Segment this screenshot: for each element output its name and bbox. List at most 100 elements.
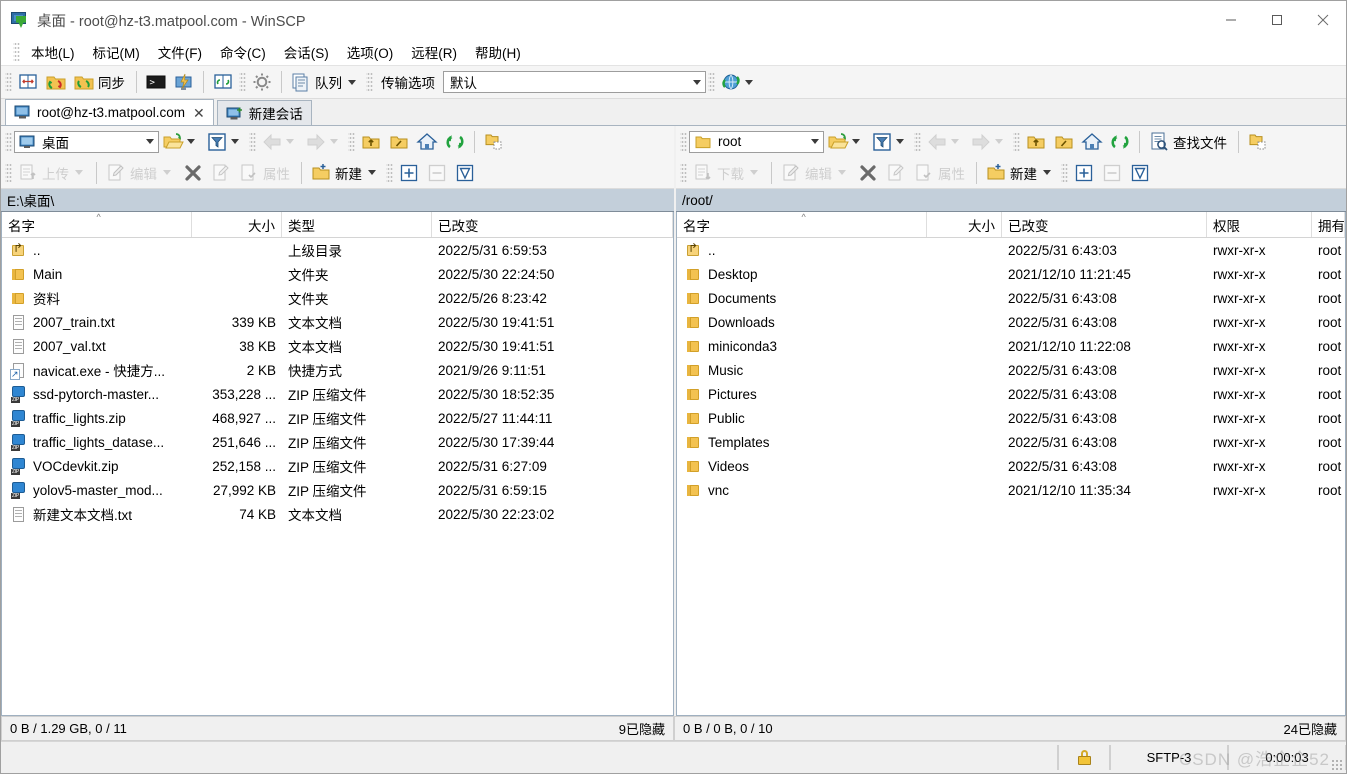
menu-session[interactable]: 会话(S) — [275, 39, 338, 65]
local-back-button[interactable] — [258, 129, 302, 155]
table-row[interactable]: Downloads 2022/5/31 6:43:08 rwxr-xr-x root — [677, 310, 1345, 334]
remote-unselect-group-button[interactable] — [1098, 160, 1126, 186]
local-new-button[interactable]: 新建 — [307, 160, 384, 186]
remote-new-button[interactable]: 新建 — [982, 160, 1059, 186]
local-file-list[interactable]: 名字 ^ 大小 类型 已改变 .. 上级目录 2022/5/31 6:59:53 Ma… — [1, 212, 674, 716]
local-upload-chevron-down-icon[interactable] — [75, 170, 83, 175]
transfer-settings-grid-button[interactable] — [209, 69, 237, 95]
table-row[interactable]: traffic_lights.zip 468,927 ... ZIP 压缩文件 202… — [2, 406, 673, 430]
remote-header-rights[interactable]: 权限 — [1207, 212, 1312, 237]
local-properties-button[interactable]: 属性 — [235, 160, 296, 186]
local-invert-selection-button[interactable] — [451, 160, 479, 186]
local-new-chevron-down-icon[interactable] — [368, 170, 376, 175]
local-forward-button[interactable] — [302, 129, 346, 155]
menu-file[interactable]: 文件(F) — [149, 39, 211, 65]
remote-root-directory-button[interactable] — [1050, 129, 1078, 155]
local-back-chevron-down-icon[interactable] — [286, 139, 294, 144]
local-open-directory-button[interactable] — [159, 129, 203, 155]
table-row[interactable]: Videos 2022/5/31 6:43:08 rwxr-xr-x root — [677, 454, 1345, 478]
remote-parent-directory-button[interactable] — [1022, 129, 1050, 155]
local-header-changed[interactable]: 已改变 — [432, 212, 673, 237]
table-row[interactable]: 新建文本文档.txt 74 KB 文本文档 2022/5/30 22:23:02 — [2, 502, 673, 526]
remote-forward-button[interactable] — [967, 129, 1011, 155]
table-row[interactable]: ssd-pytorch-master... 353,228 ... ZIP 压缩文件… — [2, 382, 673, 406]
preferences-button[interactable] — [248, 69, 276, 95]
remote-download-button[interactable]: 下载 — [689, 160, 766, 186]
local-upload-button[interactable]: 上传 — [14, 160, 91, 186]
local-rename-button[interactable] — [207, 160, 235, 186]
remote-find-files-button[interactable]: 查找文件 — [1145, 129, 1233, 155]
table-row[interactable]: Documents 2022/5/31 6:43:08 rwxr-xr-x root — [677, 286, 1345, 310]
table-row[interactable]: vnc 2021/12/10 11:35:34 rwxr-xr-x root — [677, 478, 1345, 502]
local-parent-directory-button[interactable] — [357, 129, 385, 155]
synchronized-browsing-button[interactable] — [14, 69, 42, 95]
remote-invert-selection-button[interactable] — [1126, 160, 1154, 186]
table-row[interactable]: .. 上级目录 2022/5/31 6:59:53 — [2, 238, 673, 262]
status-protocol-cell[interactable]: SFTP-3 — [1110, 745, 1228, 770]
menu-command[interactable]: 命令(C) — [211, 39, 275, 65]
table-row[interactable]: Templates 2022/5/31 6:43:08 rwxr-xr-x root — [677, 430, 1345, 454]
local-refresh-button[interactable] — [441, 129, 469, 155]
remote-back-button[interactable] — [923, 129, 967, 155]
remote-select-group-button[interactable] — [1070, 160, 1098, 186]
open-terminal-button[interactable]: > — [142, 69, 170, 95]
menu-options[interactable]: 选项(O) — [338, 39, 403, 65]
remote-header-changed[interactable]: 已改变 — [1002, 212, 1207, 237]
remote-file-list[interactable]: 名字 ^ 大小 已改变 权限 拥有者 .. 2022/5/31 6:43:03 rw… — [676, 212, 1346, 716]
table-row[interactable]: 2007_train.txt 339 KB 文本文档 2022/5/30 19:41:… — [2, 310, 673, 334]
local-forward-chevron-down-icon[interactable] — [330, 139, 338, 144]
status-encryption-cell[interactable] — [1058, 745, 1110, 770]
resize-grip[interactable] — [1331, 759, 1343, 771]
tab-session-root[interactable]: root@hz-t3.matpool.com ✕ — [5, 99, 214, 125]
local-unselect-group-button[interactable] — [423, 160, 451, 186]
local-edit-chevron-down-icon[interactable] — [163, 170, 171, 175]
put-files-button[interactable] — [170, 69, 198, 95]
local-drive-chevron-down-icon[interactable] — [141, 132, 158, 152]
local-edit-button[interactable]: 编辑 — [102, 160, 179, 186]
remote-header-owner[interactable]: 拥有者 — [1312, 212, 1345, 237]
local-open-directory-chevron-down-icon[interactable] — [187, 139, 195, 144]
queue-chevron-down-icon[interactable] — [348, 79, 356, 85]
remote-path-bar[interactable]: /root/ — [676, 189, 1346, 212]
local-root-directory-button[interactable] — [385, 129, 413, 155]
synchronize-button[interactable]: 同步 — [70, 69, 131, 95]
menu-help[interactable]: 帮助(H) — [466, 39, 530, 65]
local-filter-button[interactable] — [203, 129, 247, 155]
table-row[interactable]: Main 文件夹 2022/5/30 22:24:50 — [2, 262, 673, 286]
table-row[interactable]: miniconda3 2021/12/10 11:22:08 rwxr-xr-x ro… — [677, 334, 1345, 358]
remote-filter-button[interactable] — [868, 129, 912, 155]
remote-forward-chevron-down-icon[interactable] — [995, 139, 1003, 144]
remote-directory-chevron-down-icon[interactable] — [806, 132, 823, 152]
remote-open-directory-button[interactable] — [824, 129, 868, 155]
local-drive-combo[interactable]: 桌面 — [14, 130, 159, 153]
tab-close-icon[interactable]: ✕ — [193, 106, 205, 120]
remote-directory-combo[interactable]: root — [689, 130, 824, 153]
maximize-icon[interactable] — [1254, 1, 1300, 39]
remote-header-name[interactable]: 名字 ^ — [677, 212, 927, 237]
table-row[interactable]: Desktop 2021/12/10 11:21:45 rwxr-xr-x root — [677, 262, 1345, 286]
local-header-name[interactable]: 名字 ^ — [2, 212, 192, 237]
close-icon[interactable] — [1300, 1, 1346, 39]
local-header-type[interactable]: 类型 — [282, 212, 432, 237]
minimize-icon[interactable] — [1208, 1, 1254, 39]
local-delete-button[interactable] — [179, 160, 207, 186]
table-row[interactable]: yolov5-master_mod... 27,992 KB ZIP 压缩文件 202… — [2, 478, 673, 502]
session-options-chevron-down-icon[interactable] — [745, 79, 753, 85]
transfer-settings-combo[interactable]: 默认 — [443, 71, 706, 93]
queue-button[interactable]: 队列 — [287, 69, 364, 95]
menu-remote[interactable]: 远程(R) — [402, 39, 466, 65]
remote-filter-chevron-down-icon[interactable] — [896, 139, 904, 144]
table-row[interactable]: 2007_val.txt 38 KB 文本文档 2022/5/30 19:41:51 — [2, 334, 673, 358]
remote-properties-button[interactable]: 属性 — [910, 160, 971, 186]
local-header-size[interactable]: 大小 — [192, 212, 282, 237]
remote-download-chevron-down-icon[interactable] — [750, 170, 758, 175]
local-select-files-button[interactable] — [480, 129, 508, 155]
local-filter-chevron-down-icon[interactable] — [231, 139, 239, 144]
local-path-bar[interactable]: E:\桌面\ — [1, 189, 674, 212]
table-row[interactable]: Public 2022/5/31 6:43:08 rwxr-xr-x root — [677, 406, 1345, 430]
remote-home-directory-button[interactable] — [1078, 129, 1106, 155]
remote-edit-button[interactable]: 编辑 — [777, 160, 854, 186]
remote-new-chevron-down-icon[interactable] — [1043, 170, 1051, 175]
remote-select-files-button[interactable] — [1244, 129, 1272, 155]
menu-local[interactable]: 本地(L) — [22, 39, 84, 65]
